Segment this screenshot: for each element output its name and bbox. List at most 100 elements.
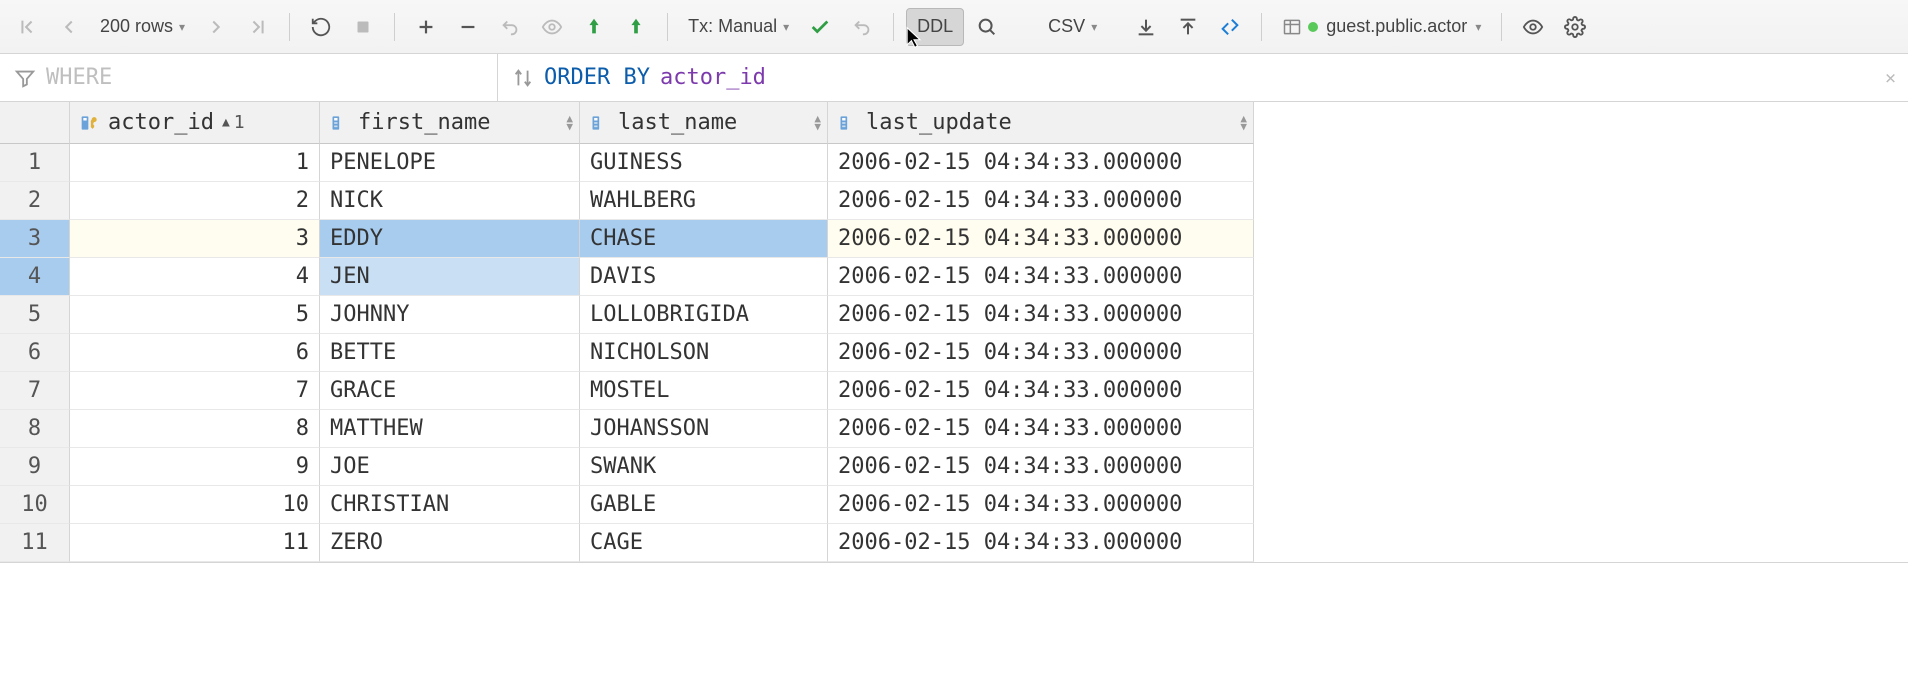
cell-last_name[interactable]: MOSTEL: [580, 372, 828, 410]
clear-order-button[interactable]: ✕: [1885, 67, 1896, 88]
row-number-cell[interactable]: 5: [0, 296, 70, 334]
ddl-button[interactable]: DDL: [906, 8, 964, 46]
cell-actor_id[interactable]: 1: [70, 144, 320, 182]
compare-button[interactable]: [1211, 8, 1249, 46]
cell-first_name[interactable]: BETTE: [320, 334, 580, 372]
cell-actor_id[interactable]: 8: [70, 410, 320, 448]
cell-first_name[interactable]: JOE: [320, 448, 580, 486]
cell-first_name[interactable]: MATTHEW: [320, 410, 580, 448]
cell-last_name[interactable]: GUINESS: [580, 144, 828, 182]
cell-actor_id[interactable]: 11: [70, 524, 320, 562]
rollback-button[interactable]: [843, 8, 881, 46]
row-number-cell[interactable]: 7: [0, 372, 70, 410]
where-filter-input[interactable]: WHERE: [0, 54, 498, 101]
tx-mode-dropdown[interactable]: Tx: Manual ▾: [680, 8, 797, 46]
row-number-header[interactable]: [0, 102, 70, 144]
stop-button[interactable]: [344, 8, 382, 46]
row-number-cell[interactable]: 11: [0, 524, 70, 562]
cell-last_update[interactable]: 2006-02-15 04:34:33.000000: [828, 448, 1254, 486]
settings-button[interactable]: [1556, 8, 1594, 46]
cell-actor_id[interactable]: 9: [70, 448, 320, 486]
chevron-down-icon: ▾: [783, 20, 789, 34]
cell-first_name[interactable]: PENELOPE: [320, 144, 580, 182]
first-page-button[interactable]: [8, 8, 46, 46]
cell-last_update[interactable]: 2006-02-15 04:34:33.000000: [828, 524, 1254, 562]
cell-actor_id[interactable]: 7: [70, 372, 320, 410]
column-header-last_update[interactable]: last_update ▲▼: [828, 102, 1254, 144]
column-header-label: last_update: [866, 110, 1012, 135]
cell-last_update[interactable]: 2006-02-15 04:34:33.000000: [828, 220, 1254, 258]
cell-first_name[interactable]: GRACE: [320, 372, 580, 410]
cell-actor_id[interactable]: 2: [70, 182, 320, 220]
row-number-cell[interactable]: 10: [0, 486, 70, 524]
row-number-cell[interactable]: 9: [0, 448, 70, 486]
cell-last_name[interactable]: WAHLBERG: [580, 182, 828, 220]
cell-last_name[interactable]: JOHANSSON: [580, 410, 828, 448]
cell-last_name[interactable]: LOLLOBRIGIDA: [580, 296, 828, 334]
cell-actor_id[interactable]: 10: [70, 486, 320, 524]
cell-last_name[interactable]: GABLE: [580, 486, 828, 524]
row-number-cell[interactable]: 4: [0, 258, 70, 296]
cell-last_update[interactable]: 2006-02-15 04:34:33.000000: [828, 334, 1254, 372]
preview-changes-button[interactable]: [533, 8, 571, 46]
cell-first_name[interactable]: ZERO: [320, 524, 580, 562]
cell-last_update[interactable]: 2006-02-15 04:34:33.000000: [828, 144, 1254, 182]
export-format-label: CSV: [1048, 16, 1085, 37]
revert-button[interactable]: [491, 8, 529, 46]
cell-last_name[interactable]: CAGE: [580, 524, 828, 562]
cell-actor_id[interactable]: 5: [70, 296, 320, 334]
view-mode-button[interactable]: [1514, 8, 1552, 46]
cell-last_update[interactable]: 2006-02-15 04:34:33.000000: [828, 258, 1254, 296]
remove-row-button[interactable]: [449, 8, 487, 46]
next-page-button[interactable]: [197, 8, 235, 46]
cell-last_name[interactable]: CHASE: [580, 220, 828, 258]
row-number-cell[interactable]: 8: [0, 410, 70, 448]
export-format-dropdown[interactable]: CSV ▾: [1040, 8, 1105, 46]
cell-first_name[interactable]: CHRISTIAN: [320, 486, 580, 524]
page-size-dropdown[interactable]: 200 rows ▾: [92, 8, 193, 46]
submit-pending-button[interactable]: [617, 8, 655, 46]
row-number-cell[interactable]: 6: [0, 334, 70, 372]
cell-actor_id[interactable]: 4: [70, 258, 320, 296]
cell-actor_id[interactable]: 6: [70, 334, 320, 372]
separator: [893, 13, 894, 41]
export-download-button[interactable]: [1127, 8, 1165, 46]
sort-icon: [512, 67, 534, 89]
cell-last_name[interactable]: SWANK: [580, 448, 828, 486]
cell-last_update[interactable]: 2006-02-15 04:34:33.000000: [828, 296, 1254, 334]
orderby-filter-input[interactable]: ORDER BY actor_id ✕: [498, 54, 1908, 101]
reload-button[interactable]: [302, 8, 340, 46]
import-upload-button[interactable]: [1169, 8, 1207, 46]
add-row-button[interactable]: [407, 8, 445, 46]
cell-last_update[interactable]: 2006-02-15 04:34:33.000000: [828, 182, 1254, 220]
cell-last_name[interactable]: NICHOLSON: [580, 334, 828, 372]
row-number-cell[interactable]: 3: [0, 220, 70, 258]
sort-toggle-icon[interactable]: ▲▼: [1240, 115, 1247, 131]
orderby-column: actor_id: [660, 65, 766, 90]
cell-first_name[interactable]: EDDY: [320, 220, 580, 258]
search-button[interactable]: [968, 8, 1006, 46]
cell-last_update[interactable]: 2006-02-15 04:34:33.000000: [828, 486, 1254, 524]
data-grid: actor_id▲ 1first_name▲▼last_name▲▼last_u…: [0, 102, 1908, 563]
cell-first_name[interactable]: NICK: [320, 182, 580, 220]
prev-page-button[interactable]: [50, 8, 88, 46]
last-page-button[interactable]: [239, 8, 277, 46]
column-header-last_name[interactable]: last_name▲▼: [580, 102, 828, 144]
column-header-label: first_name: [358, 110, 490, 135]
cell-first_name[interactable]: JEN: [320, 258, 580, 296]
submit-button[interactable]: [575, 8, 613, 46]
sort-toggle-icon[interactable]: ▲▼: [814, 115, 821, 131]
row-number-cell[interactable]: 2: [0, 182, 70, 220]
column-header-actor_id[interactable]: actor_id▲ 1: [70, 102, 320, 144]
datasource-breadcrumb[interactable]: guest.public.actor ▾: [1274, 8, 1489, 46]
cell-last_name[interactable]: DAVIS: [580, 258, 828, 296]
column-header-first_name[interactable]: first_name ▲▼: [320, 102, 580, 144]
sort-toggle-icon[interactable]: ▲▼: [566, 115, 573, 131]
cell-last_update[interactable]: 2006-02-15 04:34:33.000000: [828, 410, 1254, 448]
commit-button[interactable]: [801, 8, 839, 46]
cell-first_name[interactable]: JOHNNY: [320, 296, 580, 334]
cell-last_update[interactable]: 2006-02-15 04:34:33.000000: [828, 372, 1254, 410]
cell-actor_id[interactable]: 3: [70, 220, 320, 258]
separator: [289, 13, 290, 41]
row-number-cell[interactable]: 1: [0, 144, 70, 182]
